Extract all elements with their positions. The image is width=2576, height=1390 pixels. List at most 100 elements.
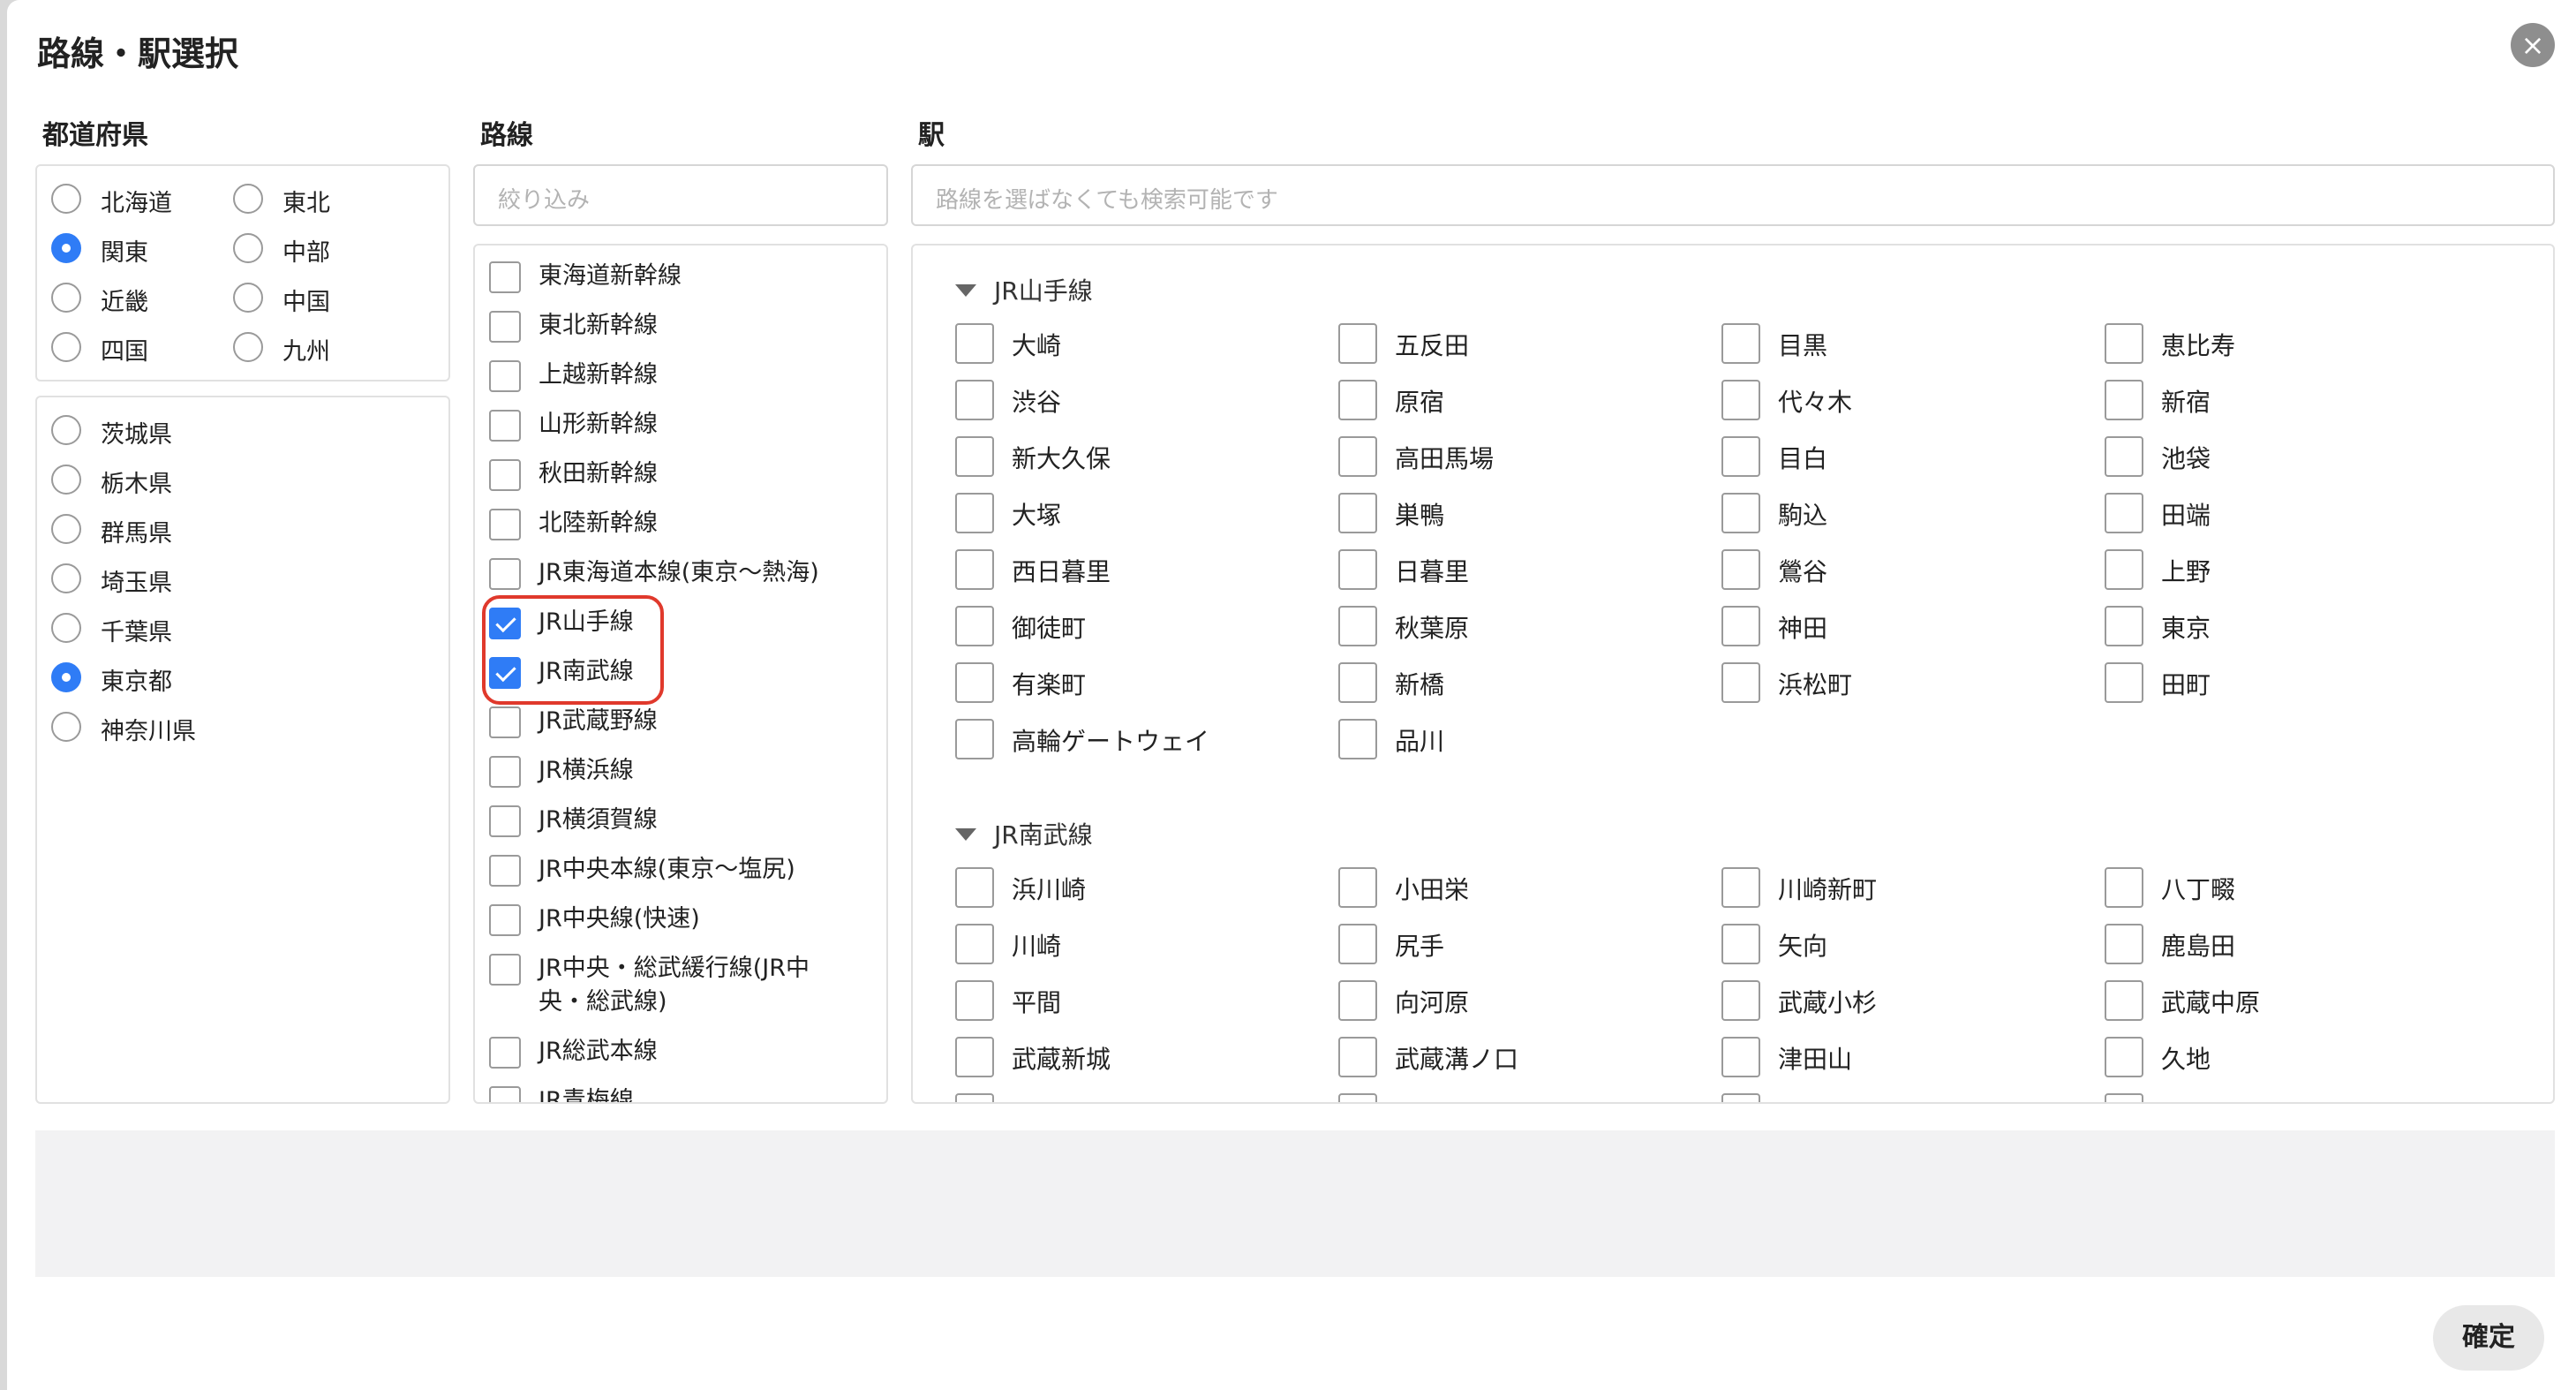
line-checkbox[interactable] — [489, 261, 521, 293]
station-checkbox[interactable] — [1338, 549, 1377, 590]
station-checkbox[interactable] — [1338, 436, 1377, 477]
station-checkbox[interactable] — [1721, 323, 1760, 364]
confirm-button[interactable]: 確定 — [2433, 1305, 2544, 1371]
line-checkbox[interactable] — [489, 509, 521, 540]
prefecture-radio[interactable] — [51, 415, 81, 445]
station-checkbox[interactable] — [955, 606, 994, 646]
line-filter-input[interactable]: 絞り込み — [473, 164, 888, 226]
station-checkbox[interactable] — [1338, 980, 1377, 1021]
station-checkbox[interactable] — [1338, 867, 1377, 908]
station-checkbox[interactable] — [955, 549, 994, 590]
region-option[interactable]: 九州 — [233, 330, 410, 366]
station-option[interactable]: 秋葉原 — [1338, 606, 1709, 650]
line-checkbox[interactable] — [489, 360, 521, 392]
station-option[interactable]: 鶯谷 — [1721, 549, 2092, 593]
station-option[interactable]: 浜松町 — [1721, 662, 2092, 706]
line-checkbox[interactable] — [489, 805, 521, 837]
station-checkbox[interactable] — [955, 380, 994, 420]
station-checkbox[interactable] — [1338, 1037, 1377, 1077]
station-option[interactable]: 御徒町 — [955, 606, 1326, 650]
station-option[interactable]: 高輪ゲートウェイ — [955, 719, 1326, 763]
line-checkbox[interactable] — [489, 756, 521, 788]
line-option[interactable]: JR中央・総武緩行線(JR中 央・総武線) — [489, 952, 869, 1035]
station-checkbox[interactable] — [1721, 662, 1760, 703]
station-option[interactable]: 宿河原 — [955, 1093, 1326, 1102]
station-option[interactable]: 川崎 — [955, 924, 1326, 968]
station-option[interactable]: 平間 — [955, 980, 1326, 1024]
station-checkbox[interactable] — [955, 323, 994, 364]
station-checkbox[interactable] — [1338, 606, 1377, 646]
station-checkbox[interactable] — [1338, 924, 1377, 964]
station-checkbox[interactable] — [1721, 980, 1760, 1021]
station-checkbox[interactable] — [955, 662, 994, 703]
line-checkbox[interactable] — [489, 1037, 521, 1069]
line-option[interactable]: JR青梅線 — [489, 1084, 869, 1102]
line-option[interactable]: 上越新幹線 — [489, 359, 869, 408]
station-checkbox-list[interactable]: JR山手線 大崎 五反田 目黒 恵比寿 渋谷 原宿 代々木 新宿 新大久保 高田馬場 目白 池袋 大塚 巣鴨… — [911, 244, 2555, 1104]
station-option[interactable]: 新宿 — [2105, 380, 2475, 424]
station-option[interactable]: 高田馬場 — [1338, 436, 1709, 480]
region-radio[interactable] — [233, 184, 263, 214]
line-option[interactable]: JR中央本線(東京〜塩尻) — [489, 853, 869, 903]
station-option[interactable]: 大塚 — [955, 493, 1326, 537]
line-checkbox[interactable] — [489, 459, 521, 491]
station-checkbox[interactable] — [1721, 1093, 1760, 1102]
station-group-header[interactable]: JR山手線 — [955, 272, 1308, 307]
station-option[interactable]: 川崎新町 — [1721, 867, 2092, 911]
prefecture-option[interactable]: 埼玉県 — [51, 562, 422, 597]
line-checkbox[interactable] — [489, 311, 521, 343]
station-search-input[interactable]: 路線を選ばなくても検索可能です — [911, 164, 2555, 226]
station-option[interactable]: 向河原 — [1338, 980, 1709, 1024]
prefecture-radio[interactable] — [51, 712, 81, 742]
station-option[interactable]: 武蔵新城 — [955, 1037, 1326, 1081]
station-option[interactable]: 池袋 — [2105, 436, 2475, 480]
station-option[interactable]: 浜川崎 — [955, 867, 1326, 911]
station-checkbox[interactable] — [955, 980, 994, 1021]
station-checkbox[interactable] — [1721, 1037, 1760, 1077]
prefecture-radio[interactable] — [51, 662, 81, 692]
station-option[interactable]: 神田 — [1721, 606, 2092, 650]
station-checkbox[interactable] — [1721, 924, 1760, 964]
station-checkbox[interactable] — [2105, 662, 2143, 703]
station-option[interactable]: 有楽町 — [955, 662, 1326, 706]
region-option[interactable]: 近畿 — [51, 281, 228, 316]
station-checkbox[interactable] — [955, 436, 994, 477]
station-checkbox[interactable] — [1721, 380, 1760, 420]
station-checkbox[interactable] — [1338, 323, 1377, 364]
station-checkbox[interactable] — [1338, 719, 1377, 759]
station-option[interactable]: 日暮里 — [1338, 549, 1709, 593]
region-radio[interactable] — [51, 233, 81, 263]
station-checkbox[interactable] — [1338, 493, 1377, 533]
station-checkbox[interactable] — [1338, 1093, 1377, 1102]
station-checkbox[interactable] — [2105, 549, 2143, 590]
station-option[interactable]: 新橋 — [1338, 662, 1709, 706]
prefecture-radio[interactable] — [51, 563, 81, 593]
region-radio[interactable] — [51, 283, 81, 313]
station-checkbox[interactable] — [2105, 924, 2143, 964]
line-checkbox[interactable] — [489, 558, 521, 590]
station-checkbox[interactable] — [1338, 380, 1377, 420]
station-checkbox[interactable] — [1338, 662, 1377, 703]
station-option[interactable]: 原宿 — [1338, 380, 1709, 424]
line-option[interactable]: 秋田新幹線 — [489, 457, 869, 507]
close-icon[interactable]: × — [2511, 23, 2555, 67]
station-checkbox[interactable] — [955, 924, 994, 964]
station-option[interactable]: 巣鴨 — [1338, 493, 1709, 537]
line-checkbox[interactable] — [489, 855, 521, 887]
region-option[interactable]: 中部 — [233, 231, 410, 267]
line-checkbox[interactable] — [489, 706, 521, 738]
station-option[interactable]: 武蔵中原 — [2105, 980, 2475, 1024]
station-checkbox[interactable] — [2105, 436, 2143, 477]
station-option[interactable]: 渋谷 — [955, 380, 1326, 424]
station-option[interactable]: 五反田 — [1338, 323, 1709, 367]
line-option[interactable]: 東北新幹線 — [489, 309, 869, 359]
station-checkbox[interactable] — [2105, 1037, 2143, 1077]
station-checkbox[interactable] — [2105, 606, 2143, 646]
station-checkbox[interactable] — [2105, 980, 2143, 1021]
prefecture-option[interactable]: 東京都 — [51, 661, 422, 696]
station-option[interactable]: 久地 — [2105, 1037, 2475, 1081]
region-option[interactable]: 関東 — [51, 231, 228, 267]
region-radio[interactable] — [233, 332, 263, 362]
line-option[interactable]: JR横浜線 — [489, 754, 869, 804]
region-radio[interactable] — [51, 332, 81, 362]
